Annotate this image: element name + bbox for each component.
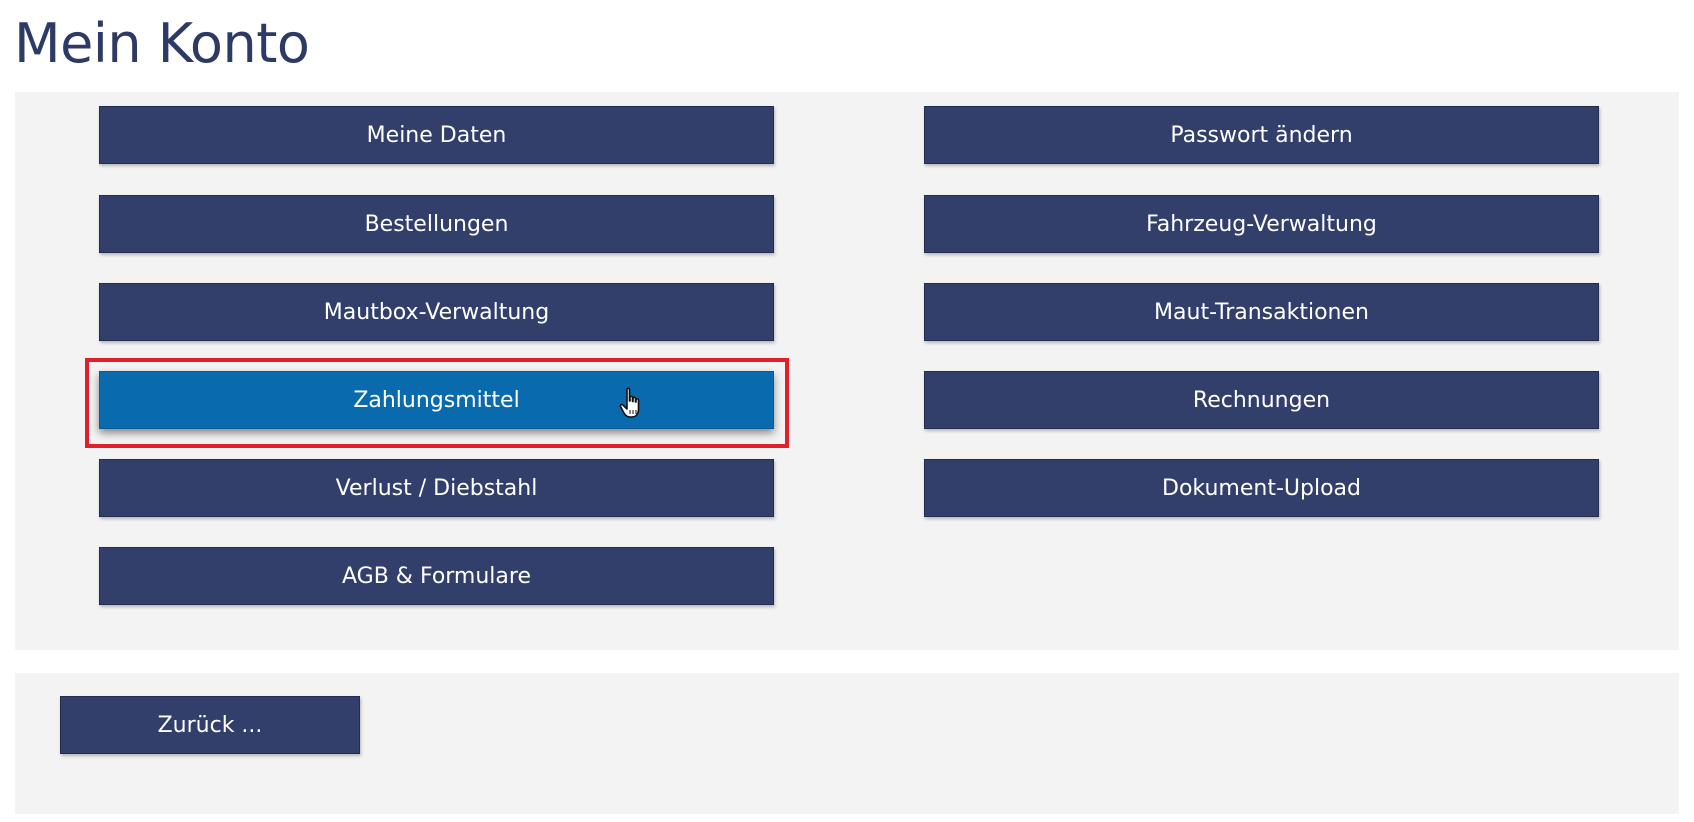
maut-transaktionen-button[interactable]: Maut-Transaktionen bbox=[924, 283, 1599, 341]
back-button[interactable]: Zurück ... bbox=[60, 696, 360, 754]
page-title: Mein Konto bbox=[14, 12, 310, 75]
bestellungen-button[interactable]: Bestellungen bbox=[99, 195, 774, 253]
meine-daten-button[interactable]: Meine Daten bbox=[99, 106, 774, 164]
mautbox-verwaltung-button[interactable]: Mautbox-Verwaltung bbox=[99, 283, 774, 341]
fahrzeug-verwaltung-button[interactable]: Fahrzeug-Verwaltung bbox=[924, 195, 1599, 253]
agb-formulare-button[interactable]: AGB & Formulare bbox=[99, 547, 774, 605]
hand-pointer-icon bbox=[619, 387, 640, 418]
dokument-upload-button[interactable]: Dokument-Upload bbox=[924, 459, 1599, 517]
rechnungen-button[interactable]: Rechnungen bbox=[924, 371, 1599, 429]
verlust-diebstahl-button[interactable]: Verlust / Diebstahl bbox=[99, 459, 774, 517]
passwort-aendern-button[interactable]: Passwort ändern bbox=[924, 106, 1599, 164]
zahlungsmittel-button[interactable]: Zahlungsmittel bbox=[99, 371, 774, 429]
